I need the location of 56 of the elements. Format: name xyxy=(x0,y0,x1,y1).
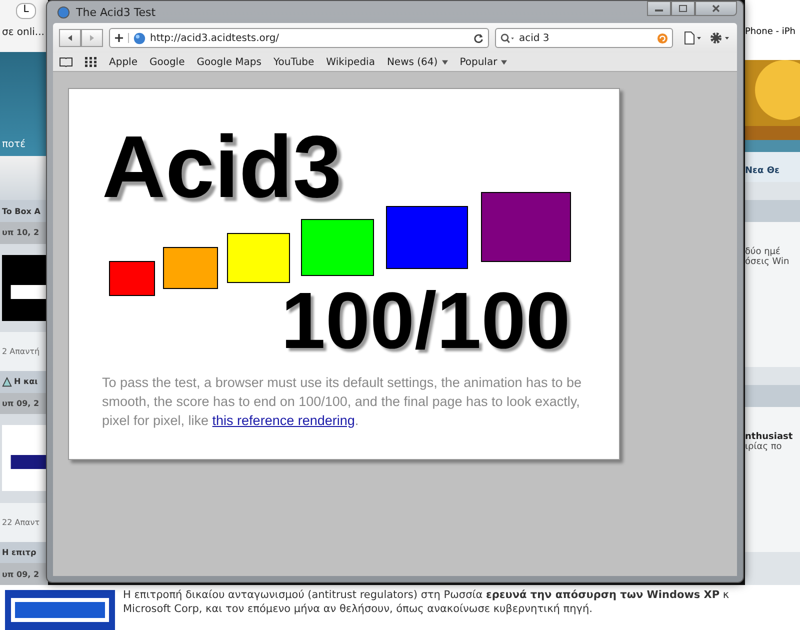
grid-icon[interactable] xyxy=(85,57,97,67)
back-button[interactable] xyxy=(59,29,81,47)
bookmarks-icon[interactable] xyxy=(59,57,73,67)
post-text: όσεις Win xyxy=(745,257,790,267)
post-text: υπ 10, 2 xyxy=(2,228,40,238)
address-field[interactable]: http://acid3.acidtests.org/ xyxy=(109,28,489,48)
tab-label[interactable]: Phone - iPh xyxy=(745,27,796,37)
page-menu-icon[interactable] xyxy=(683,31,703,45)
header-bar xyxy=(745,200,800,222)
post-text: Η επιτρ xyxy=(2,548,36,558)
caret-icon xyxy=(501,60,508,64)
post-text: 22 Απαντ xyxy=(2,518,40,527)
bookmark-link[interactable]: Apple xyxy=(109,56,138,68)
warning-icon xyxy=(2,376,12,387)
reference-link[interactable]: this reference rendering xyxy=(212,413,355,428)
maximize-icon xyxy=(678,4,688,13)
globe-icon xyxy=(133,32,146,44)
article-text: Microsoft Corp, και τον επόμενο μήνα αν θελήσουν, όπως ανακοίνωσε κυβερνητική πηγή. xyxy=(123,602,594,616)
header-bar xyxy=(745,385,800,407)
tab-label[interactable]: L xyxy=(16,3,36,19)
maximize-button[interactable] xyxy=(671,1,695,16)
post-text: υπ 09, 2 xyxy=(2,570,40,579)
post-text: υπ 09, 2 xyxy=(2,398,40,408)
add-icon[interactable] xyxy=(114,33,129,43)
post-text: nthusiast xyxy=(745,432,794,442)
settings-icon[interactable] xyxy=(709,31,731,45)
bookmark-link[interactable]: Popular xyxy=(460,56,508,68)
globe-icon xyxy=(57,6,70,18)
caret-icon xyxy=(442,60,448,64)
back-arrow-icon xyxy=(66,34,74,42)
score-text: 100/100 xyxy=(281,281,570,361)
post-text: ιρίας πο xyxy=(745,442,783,452)
close-icon xyxy=(711,4,721,13)
post-text: Η και xyxy=(14,377,38,386)
page-text: σε onli... xyxy=(2,27,46,38)
post-text: δύο ημέ xyxy=(745,247,782,257)
nav-link[interactable]: Νεα Θε xyxy=(745,166,780,176)
bookmark-link[interactable]: Wikipedia xyxy=(326,56,375,68)
forward-arrow-icon xyxy=(88,34,96,42)
bookmark-link[interactable]: YouTube xyxy=(274,56,314,68)
post-text: To Box A xyxy=(2,206,40,216)
search-field[interactable]: acid 3 xyxy=(495,28,673,48)
bookmark-link[interactable]: News (64) xyxy=(386,56,448,68)
nav-bar xyxy=(0,156,48,200)
window-title: The Acid3 Test xyxy=(76,6,156,18)
close-button[interactable] xyxy=(695,1,737,16)
page-heading: Acid3 xyxy=(102,123,342,211)
banner-text: ποτέ xyxy=(2,139,26,150)
bookmark-link[interactable]: Google Maps xyxy=(196,56,262,68)
article-text: Η επιτροπή δικαίου ανταγωνισμού (antitrust regulators) στη Ρωσσία ερευνά την απόσυρση των Windows XP κ xyxy=(123,588,730,602)
minimize-button[interactable] xyxy=(647,1,671,16)
reload-icon[interactable] xyxy=(473,32,484,44)
bookmark-link[interactable]: Google xyxy=(149,56,185,68)
page-paragraph: To pass the test, a browser must use its default settings, the animation has to be smooth, the score has to end on 100/100, and the final page has to look exactly, pixel for pixel, like this reference rendering. xyxy=(102,374,583,430)
post-text: 2 Απαντή xyxy=(2,346,40,356)
search-icon xyxy=(500,32,515,44)
